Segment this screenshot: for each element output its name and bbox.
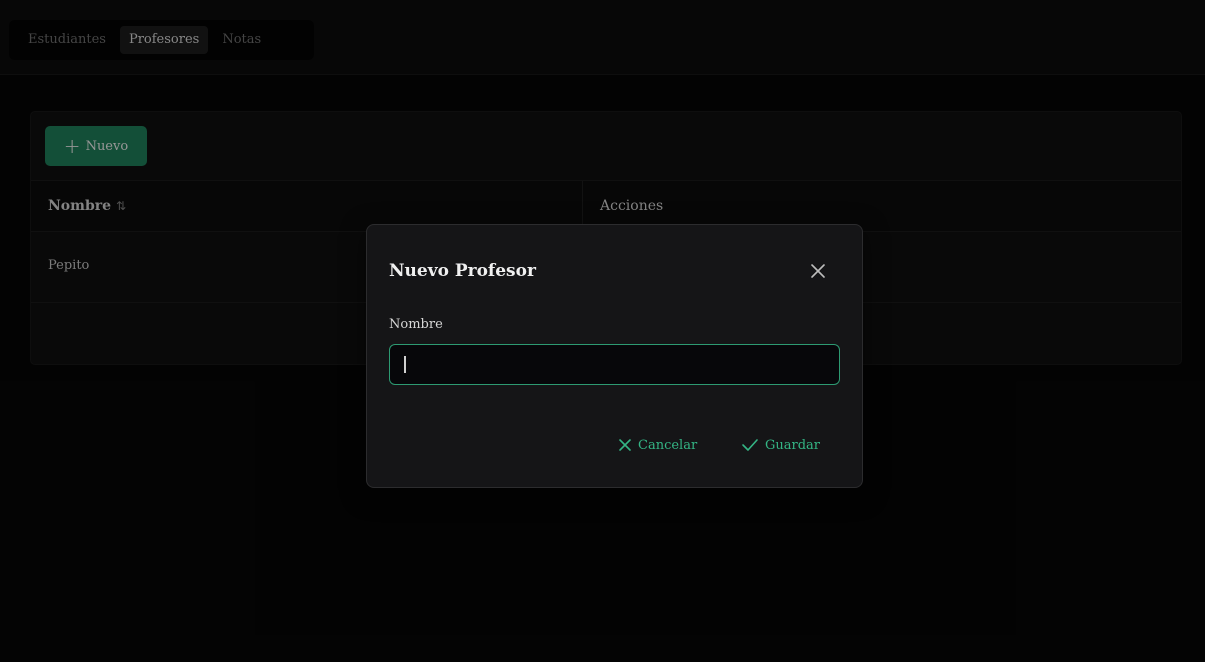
save-button-label: Guardar: [765, 437, 821, 453]
cancel-button[interactable]: Cancelar: [618, 433, 697, 457]
new-teacher-dialog: Nuevo Profesor Nombre Cancelar Guardar: [366, 224, 863, 488]
save-button[interactable]: Guardar: [741, 433, 820, 457]
text-caret: [404, 356, 406, 373]
cancel-button-label: Cancelar: [638, 437, 698, 453]
close-icon: [619, 439, 631, 451]
check-icon: [742, 439, 758, 451]
close-button[interactable]: [808, 261, 828, 281]
close-icon: [811, 264, 825, 278]
dialog-title: Nuevo Profesor: [389, 261, 536, 281]
name-input[interactable]: [389, 344, 840, 385]
name-field-label: Nombre: [389, 317, 443, 332]
